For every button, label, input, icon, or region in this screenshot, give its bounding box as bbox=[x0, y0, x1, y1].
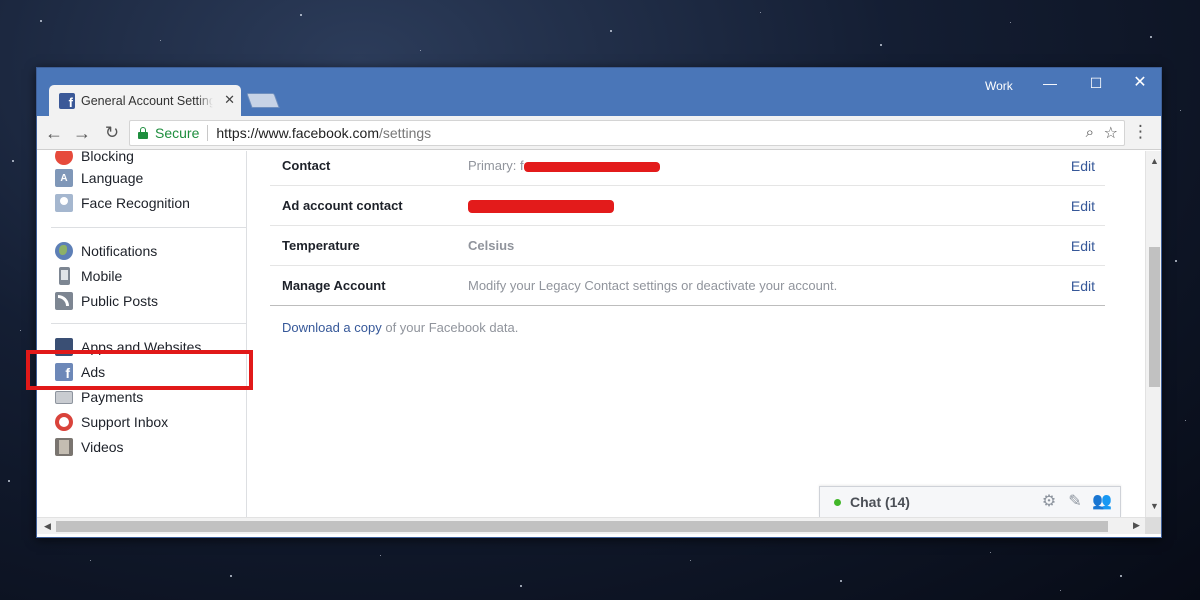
sidebar-item-label: Language bbox=[81, 170, 144, 186]
bookmark-star-icon[interactable]: ☆ bbox=[1104, 123, 1118, 143]
vertical-scrollbar[interactable]: ▲ ▼ bbox=[1145, 151, 1161, 517]
language-icon: A bbox=[55, 169, 73, 187]
row-label: Contact bbox=[282, 158, 331, 173]
support-icon bbox=[55, 413, 73, 431]
minimize-button[interactable]: — bbox=[1027, 72, 1073, 94]
row-value: Modify your Legacy Contact settings or d… bbox=[468, 278, 838, 293]
sidebar-item-label: Public Posts bbox=[81, 293, 159, 309]
forward-arrow-icon[interactable]: → bbox=[71, 122, 93, 144]
edit-link[interactable]: Edit bbox=[1071, 238, 1095, 254]
sidebar-item-mobile[interactable]: Mobile bbox=[55, 266, 122, 286]
maximize-button[interactable]: ☐ bbox=[1073, 72, 1119, 94]
url-host: https://www.facebook.com bbox=[216, 125, 379, 141]
online-status-dot bbox=[834, 498, 841, 506]
gear-icon[interactable]: ⚙ bbox=[1040, 493, 1058, 511]
address-bar[interactable]: Secure https://www.facebook.com/settings… bbox=[129, 120, 1125, 146]
sidebar-item-notifications[interactable]: Notifications bbox=[55, 241, 157, 261]
secure-label: Secure bbox=[155, 125, 200, 141]
sidebar-item-blocking[interactable]: Blocking bbox=[55, 151, 134, 166]
redacted-email bbox=[523, 161, 660, 172]
settings-row-contact[interactable]: Contact Primary: f Edit bbox=[270, 151, 1105, 186]
settings-row-manage-account[interactable]: Manage Account Modify your Legacy Contac… bbox=[270, 266, 1105, 306]
sidebar-item-public-posts[interactable]: Public Posts bbox=[55, 291, 158, 311]
sidebar-item-face-recognition[interactable]: Face Recognition bbox=[55, 193, 190, 213]
lock-icon bbox=[138, 127, 148, 139]
scroll-left-icon[interactable]: ◀ bbox=[39, 518, 56, 535]
chat-label: Chat (14) bbox=[850, 494, 910, 510]
ads-highlight-annotation bbox=[26, 350, 253, 390]
new-tab-button[interactable] bbox=[246, 93, 280, 108]
browser-window: f General Account Settings ✕ Work — ☐ ✕ … bbox=[36, 67, 1162, 538]
videos-icon bbox=[55, 438, 73, 456]
payments-icon bbox=[55, 390, 73, 404]
face-recognition-icon bbox=[55, 194, 73, 212]
chat-bar[interactable]: Chat (14) ⚙ ✎ 👥 bbox=[819, 486, 1121, 517]
sidebar-item-label: Blocking bbox=[81, 151, 134, 164]
sidebar-item-label: Support Inbox bbox=[81, 414, 169, 430]
url-path: /settings bbox=[379, 125, 432, 141]
row-label: Temperature bbox=[282, 238, 360, 253]
sidebar-item-support-inbox[interactable]: Support Inbox bbox=[55, 412, 168, 432]
scrollbar-corner: ▶ bbox=[1133, 517, 1161, 534]
row-value: Primary: f bbox=[468, 158, 660, 173]
page-viewport: Blocking A Language Face Recognition Not… bbox=[37, 151, 1145, 517]
friends-icon[interactable]: 👥 bbox=[1092, 493, 1112, 511]
settings-sidebar: Blocking A Language Face Recognition Not… bbox=[37, 151, 247, 517]
row-label: Manage Account bbox=[282, 278, 386, 293]
rss-icon bbox=[55, 292, 73, 310]
edit-link[interactable]: Edit bbox=[1071, 158, 1095, 174]
horizontal-scrollbar[interactable]: ◀ bbox=[37, 517, 1145, 534]
redacted-contact bbox=[468, 200, 614, 214]
sidebar-item-videos[interactable]: Videos bbox=[55, 437, 124, 457]
chat-actions: ⚙ ✎ 👥 bbox=[1040, 493, 1112, 511]
sidebar-item-payments[interactable]: Payments bbox=[55, 387, 143, 407]
horizontal-scroll-thumb[interactable] bbox=[56, 521, 1108, 532]
address-separator bbox=[207, 125, 209, 141]
close-window-button[interactable]: ✕ bbox=[1117, 72, 1161, 94]
sidebar-item-label: Face Recognition bbox=[81, 195, 190, 211]
sidebar-item-label: Videos bbox=[81, 439, 124, 455]
scroll-up-icon[interactable]: ▲ bbox=[1146, 153, 1161, 170]
facebook-favicon-icon: f bbox=[59, 92, 75, 109]
kebab-menu-icon[interactable]: ⋮ bbox=[1132, 122, 1149, 142]
back-arrow-icon[interactable]: ← bbox=[43, 122, 65, 144]
tab-close-icon[interactable]: ✕ bbox=[224, 92, 235, 108]
sidebar-item-label: Mobile bbox=[81, 268, 123, 284]
globe-icon bbox=[55, 242, 73, 260]
edit-link[interactable]: Edit bbox=[1071, 278, 1095, 294]
row-value bbox=[468, 198, 614, 214]
sidebar-divider bbox=[51, 323, 246, 324]
row-label: Ad account contact bbox=[282, 198, 403, 213]
reload-icon[interactable]: ↻ bbox=[101, 122, 123, 144]
title-bar: f General Account Settings ✕ Work — ☐ ✕ bbox=[37, 68, 1161, 116]
scroll-right-icon[interactable]: ▶ bbox=[1128, 517, 1145, 534]
sidebar-item-language[interactable]: A Language bbox=[55, 168, 143, 188]
compose-icon[interactable]: ✎ bbox=[1066, 493, 1084, 511]
sidebar-item-label: Notifications bbox=[81, 243, 158, 259]
zoom-icon[interactable]: ⌕ bbox=[1086, 124, 1094, 141]
edit-link[interactable]: Edit bbox=[1071, 198, 1095, 214]
sidebar-item-label: Payments bbox=[81, 389, 144, 405]
mobile-icon bbox=[59, 267, 70, 285]
row-value: Celsius bbox=[468, 238, 515, 253]
scroll-down-icon[interactable]: ▼ bbox=[1146, 498, 1161, 515]
browser-toolbar: ← → ↻ Secure https://www.facebook.com/se… bbox=[37, 116, 1161, 150]
sidebar-divider bbox=[51, 227, 246, 228]
url-text[interactable]: https://www.facebook.com/settings bbox=[216, 125, 431, 141]
settings-row-temperature[interactable]: Temperature Celsius Edit bbox=[270, 226, 1105, 266]
vertical-scroll-thumb[interactable] bbox=[1149, 247, 1160, 387]
download-data-line: Download a copy of your Facebook data. bbox=[282, 320, 518, 335]
blocking-icon bbox=[55, 151, 73, 165]
download-suffix: of your Facebook data. bbox=[381, 320, 519, 335]
tab-title: General Account Settings bbox=[81, 93, 213, 108]
download-copy-link[interactable]: Download a copy bbox=[282, 320, 382, 335]
tab-general-account-settings[interactable]: f General Account Settings ✕ bbox=[49, 85, 241, 116]
settings-row-ad-account-contact[interactable]: Ad account contact Edit bbox=[270, 186, 1105, 226]
profile-name[interactable]: Work bbox=[985, 79, 1013, 93]
contact-prefix: Primary: f bbox=[468, 158, 524, 173]
